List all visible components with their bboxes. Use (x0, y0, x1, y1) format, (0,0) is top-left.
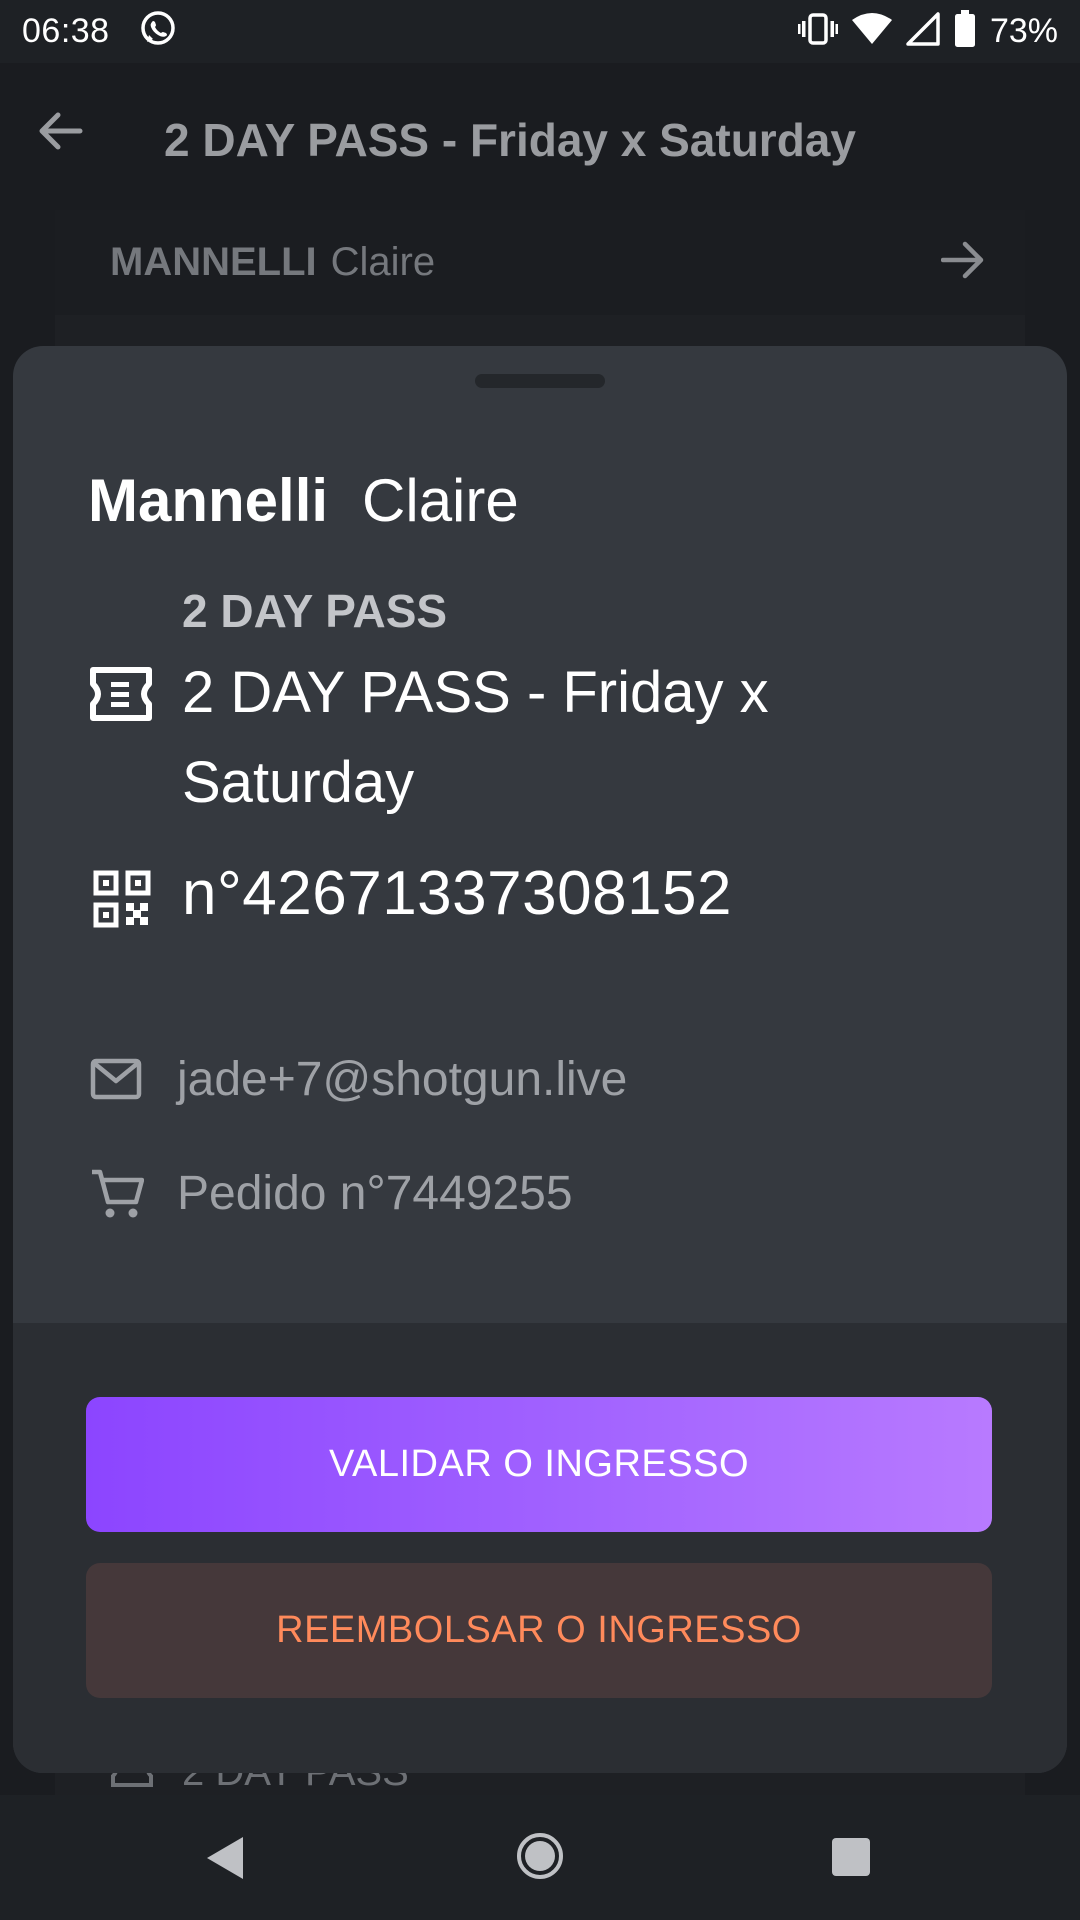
status-bar: 06:38 73% (0, 0, 1080, 63)
battery-icon (954, 10, 976, 53)
cart-icon (90, 1168, 145, 1225)
holder-last-name: Mannelli (88, 467, 329, 534)
ticket-detail-sheet: Mannelli Claire 2 DAY PASS 2 DAY PASS - … (13, 346, 1067, 1773)
nav-home-icon[interactable] (515, 1831, 565, 1886)
arrow-left-icon[interactable] (36, 111, 84, 156)
order-number: Pedido n°7449255 (177, 1167, 573, 1220)
wifi-icon (851, 12, 892, 51)
attendee-list-header[interactable]: MANNELLI Claire (55, 210, 1025, 315)
mail-icon (90, 1058, 142, 1105)
app-bar: 2 DAY PASS - Friday x Saturday (0, 63, 1080, 213)
system-nav-bar (0, 1795, 1080, 1920)
qr-code-icon (93, 870, 151, 933)
ticket-name: 2 DAY PASS - Friday x Saturday (182, 660, 769, 815)
refund-ticket-button[interactable]: REEMBOLSAR O INGRESSO (86, 1563, 992, 1698)
nav-back-icon[interactable] (205, 1835, 245, 1886)
holder-name: Mannelli Claire (88, 466, 519, 535)
sheet-drag-handle[interactable] (475, 374, 605, 388)
attendee-first-name: Claire (330, 240, 436, 284)
status-time: 06:38 (22, 12, 110, 50)
holder-first-name: Claire (362, 467, 519, 534)
ticket-number: n°42671337308152 (182, 859, 733, 928)
arrow-right-icon[interactable] (940, 240, 987, 285)
battery-percent: 73% (989, 12, 1058, 50)
holder-email: jade+7@shotgun.live (177, 1053, 628, 1106)
nav-recents-icon[interactable] (831, 1837, 871, 1882)
whatsapp-icon (138, 9, 178, 54)
page-title: 2 DAY PASS - Friday x Saturday (164, 114, 856, 166)
sheet-actions: VALIDAR O INGRESSO REEMBOLSAR O INGRESSO (13, 1323, 1067, 1773)
ticket-category: 2 DAY PASS (182, 585, 448, 637)
ticket-icon (89, 666, 153, 727)
attendee-last-name: MANNELLI (110, 240, 317, 284)
vibrate-icon (797, 12, 838, 51)
signal-icon (906, 12, 940, 51)
validate-ticket-button[interactable]: VALIDAR O INGRESSO (86, 1397, 992, 1532)
